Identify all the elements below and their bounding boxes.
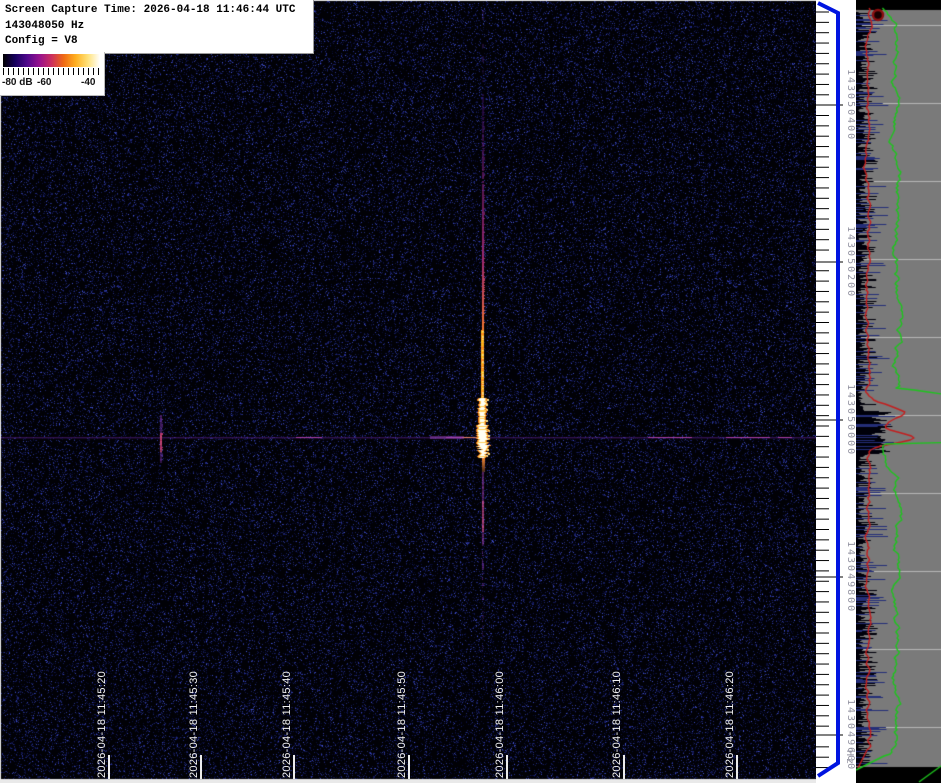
colorbar-label-minus40db: -40 (81, 77, 95, 88)
time-axis-tick (506, 755, 508, 779)
frequency-axis-label: 143050000 (845, 384, 855, 456)
time-axis-label: 2026-04-18 11:45:20 (97, 671, 108, 778)
time-axis-label: 2026-04-18 11:45:30 (189, 671, 200, 778)
spectrum-capture-window: 2026-04-18 11:45:20 2026-04-18 11:45:30 20… (0, 0, 941, 783)
time-axis-label: 2026-04-18 11:46:10 (612, 671, 623, 778)
config-text: Config = V8 (5, 34, 313, 50)
waterfall-spectrogram (0, 0, 816, 783)
capture-info-box: Screen Capture Time: 2026-04-18 11:46:44… (0, 0, 314, 54)
color-scale-ruler (3, 68, 100, 75)
amplitude-color-gradient (3, 54, 100, 67)
colorbar-label-minus80db: -80 dB (2, 77, 33, 88)
spectrum-graph-panel (856, 0, 941, 783)
time-axis-label: 2026-04-18 11:46:20 (725, 671, 736, 778)
time-axis-tick (623, 755, 625, 779)
frequency-axis-label: 143050200 (845, 226, 855, 298)
time-axis-tick (293, 755, 295, 779)
color-scale-legend: -80 dB -60 -40 (0, 52, 105, 96)
colorbar-label-minus60db: -60 (37, 77, 51, 88)
time-axis-tick (108, 755, 110, 779)
frequency-axis-label: 143050400 (845, 69, 855, 141)
time-axis-label: 2026-04-18 11:45:40 (282, 671, 293, 778)
center-frequency-text: 143048050 Hz (5, 19, 313, 35)
time-axis-label: 2026-04-18 11:45:50 (397, 671, 408, 778)
time-axis-tick (736, 755, 738, 779)
time-axis-tick (408, 755, 410, 779)
time-axis-tick (200, 755, 202, 779)
time-axis-label: 2026-04-18 11:46:00 (495, 671, 506, 778)
frequency-unit-label: Hz (844, 750, 854, 766)
frequency-axis-label: 143049800 (845, 541, 855, 613)
capture-time-text: Screen Capture Time: 2026-04-18 11:46:44… (5, 3, 313, 19)
